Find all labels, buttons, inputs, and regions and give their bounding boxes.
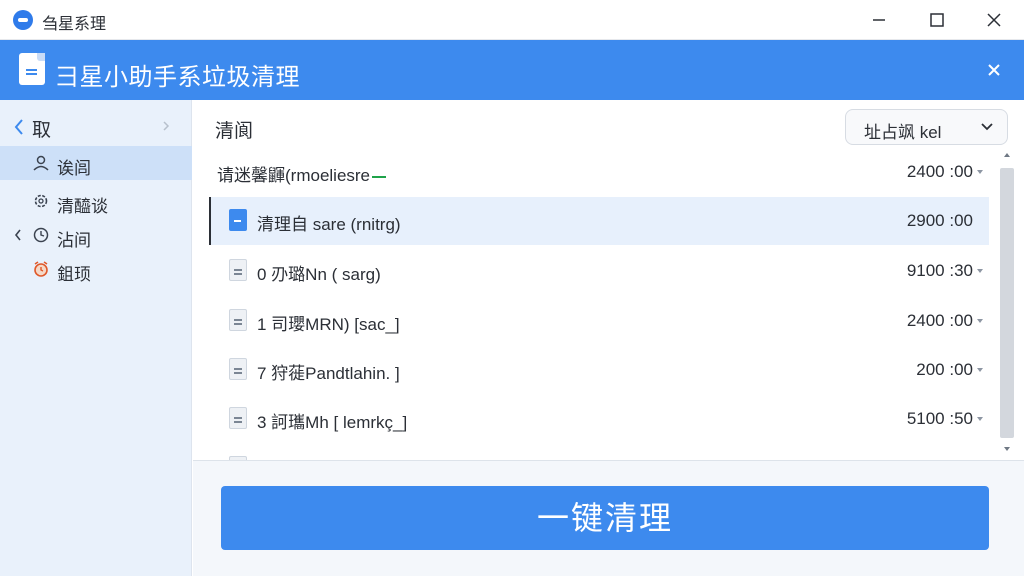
underline-mark (372, 175, 387, 178)
chevron-down-icon (981, 123, 993, 131)
chevron-left-icon (14, 229, 21, 241)
sidebar-item-overview[interactable]: 诶闾 (0, 146, 192, 180)
sidebar-item-label: 沾间 (57, 231, 91, 250)
file-list: 请迷馨鼲(rmoeliesre 2400 :00 清理自 sare (rnitr… (209, 148, 989, 460)
file-name: 请迷馨鼲(rmoeliesre (217, 161, 387, 186)
file-size: 200 :00 (916, 360, 973, 379)
app-logo-icon (13, 10, 33, 30)
sidebar-back[interactable]: 取 (0, 110, 192, 144)
list-item[interactable]: 3 訶瓗Mh [ lemrkç_] 5100 :50 (209, 395, 989, 443)
file-size: 2400 :00 (906, 311, 973, 330)
window-close-button[interactable] (966, 0, 1022, 40)
caret-down-icon (977, 417, 983, 421)
gear-icon (34, 194, 48, 208)
file-size: 2400 :00 (906, 162, 973, 181)
maximize-button[interactable] (909, 0, 965, 40)
file-name: 3 訶瓗Mh [ lemrkç_] (257, 413, 408, 432)
minimize-icon (873, 19, 885, 21)
caret-down-icon (977, 319, 983, 323)
section-title: 清阆 (215, 121, 254, 142)
action-bar: 一键清理 (193, 460, 1024, 576)
file-size: 9100 :30 (906, 261, 973, 280)
list-scrollbar[interactable] (997, 148, 1017, 460)
blue-file-icon (229, 209, 247, 231)
list-item[interactable]: 7 狩蓰Pandtlahin. ] 200 :00 (209, 346, 989, 394)
file-name: 1 司瓔MRN) [sac_] (257, 315, 400, 334)
sidebar-item-label: 清醯谈 (57, 197, 108, 216)
main-panel: 清阆 址占飒 kel 请迷馨鼲(rmoeliesre 2400 :00 清理自 … (193, 100, 1024, 576)
sidebar-item-schedule[interactable]: 鉏顼 (0, 252, 192, 286)
alarm-clock-icon (34, 261, 48, 277)
one-click-clean-button[interactable]: 一键清理 (221, 486, 989, 550)
main-header: 清阆 址占飒 kel (193, 100, 1024, 154)
user-icon (33, 155, 49, 171)
sidebar-item-label: 鉏顼 (57, 265, 91, 284)
list-item[interactable] (209, 444, 989, 460)
list-item[interactable]: 清理自 sare (rnitrg) 2900 :00 (209, 197, 989, 245)
close-icon (987, 13, 1001, 27)
list-item[interactable]: 1 司瓔MRN) [sac_] 2400 :00 (209, 297, 989, 345)
sidebar-back-label: 取 (32, 120, 52, 141)
caret-down-icon (977, 269, 983, 273)
chevron-left-icon (14, 119, 23, 135)
maximize-icon (930, 13, 944, 27)
caret-down-icon (977, 170, 983, 174)
file-name: 0 刅璐Nn ( sarg) (257, 265, 381, 284)
sidebar-item-history[interactable]: 沾间 (0, 218, 192, 252)
scroll-down-icon[interactable] (1003, 446, 1011, 452)
close-icon (988, 64, 1000, 76)
caret-down-icon (977, 368, 983, 372)
file-icon (229, 309, 247, 331)
sort-dropdown[interactable]: 址占飒 kel (845, 109, 1008, 145)
file-icon (229, 358, 247, 380)
document-icon (19, 53, 45, 85)
window-titlebar: 刍星系理 (0, 0, 1024, 40)
file-size: 5100 :50 (906, 409, 973, 428)
window-title: 刍星系理 (42, 16, 107, 33)
sidebar-item-clean[interactable]: 清醯谈 (0, 184, 192, 218)
chevron-right-icon (163, 121, 170, 131)
scroll-up-icon[interactable] (1003, 152, 1011, 158)
scrollbar-thumb[interactable] (1000, 168, 1014, 438)
file-icon (229, 259, 247, 281)
dialog-title: 彐星小助手系垃圾清理 (55, 64, 300, 91)
file-icon (229, 407, 247, 429)
list-item[interactable]: 请迷馨鼲(rmoeliesre 2400 :00 (209, 148, 989, 196)
sort-dropdown-value: 址占飒 kel (864, 123, 942, 142)
file-name: 清理自 sare (rnitrg) (257, 215, 401, 234)
dialog-header: 彐星小助手系垃圾清理 (0, 40, 1024, 100)
minimize-button[interactable] (851, 0, 907, 40)
clock-icon (33, 227, 49, 243)
file-name: 7 狩蓰Pandtlahin. ] (257, 364, 400, 383)
file-size: 2900 :00 (906, 211, 973, 230)
sidebar: 取 诶闾 清醯谈 沾间 鉏顼 (0, 100, 192, 576)
list-item[interactable]: 0 刅璐Nn ( sarg) 9100 :30 (209, 247, 989, 295)
sidebar-item-label: 诶闾 (57, 159, 91, 178)
dialog-close-button[interactable] (980, 56, 1008, 84)
